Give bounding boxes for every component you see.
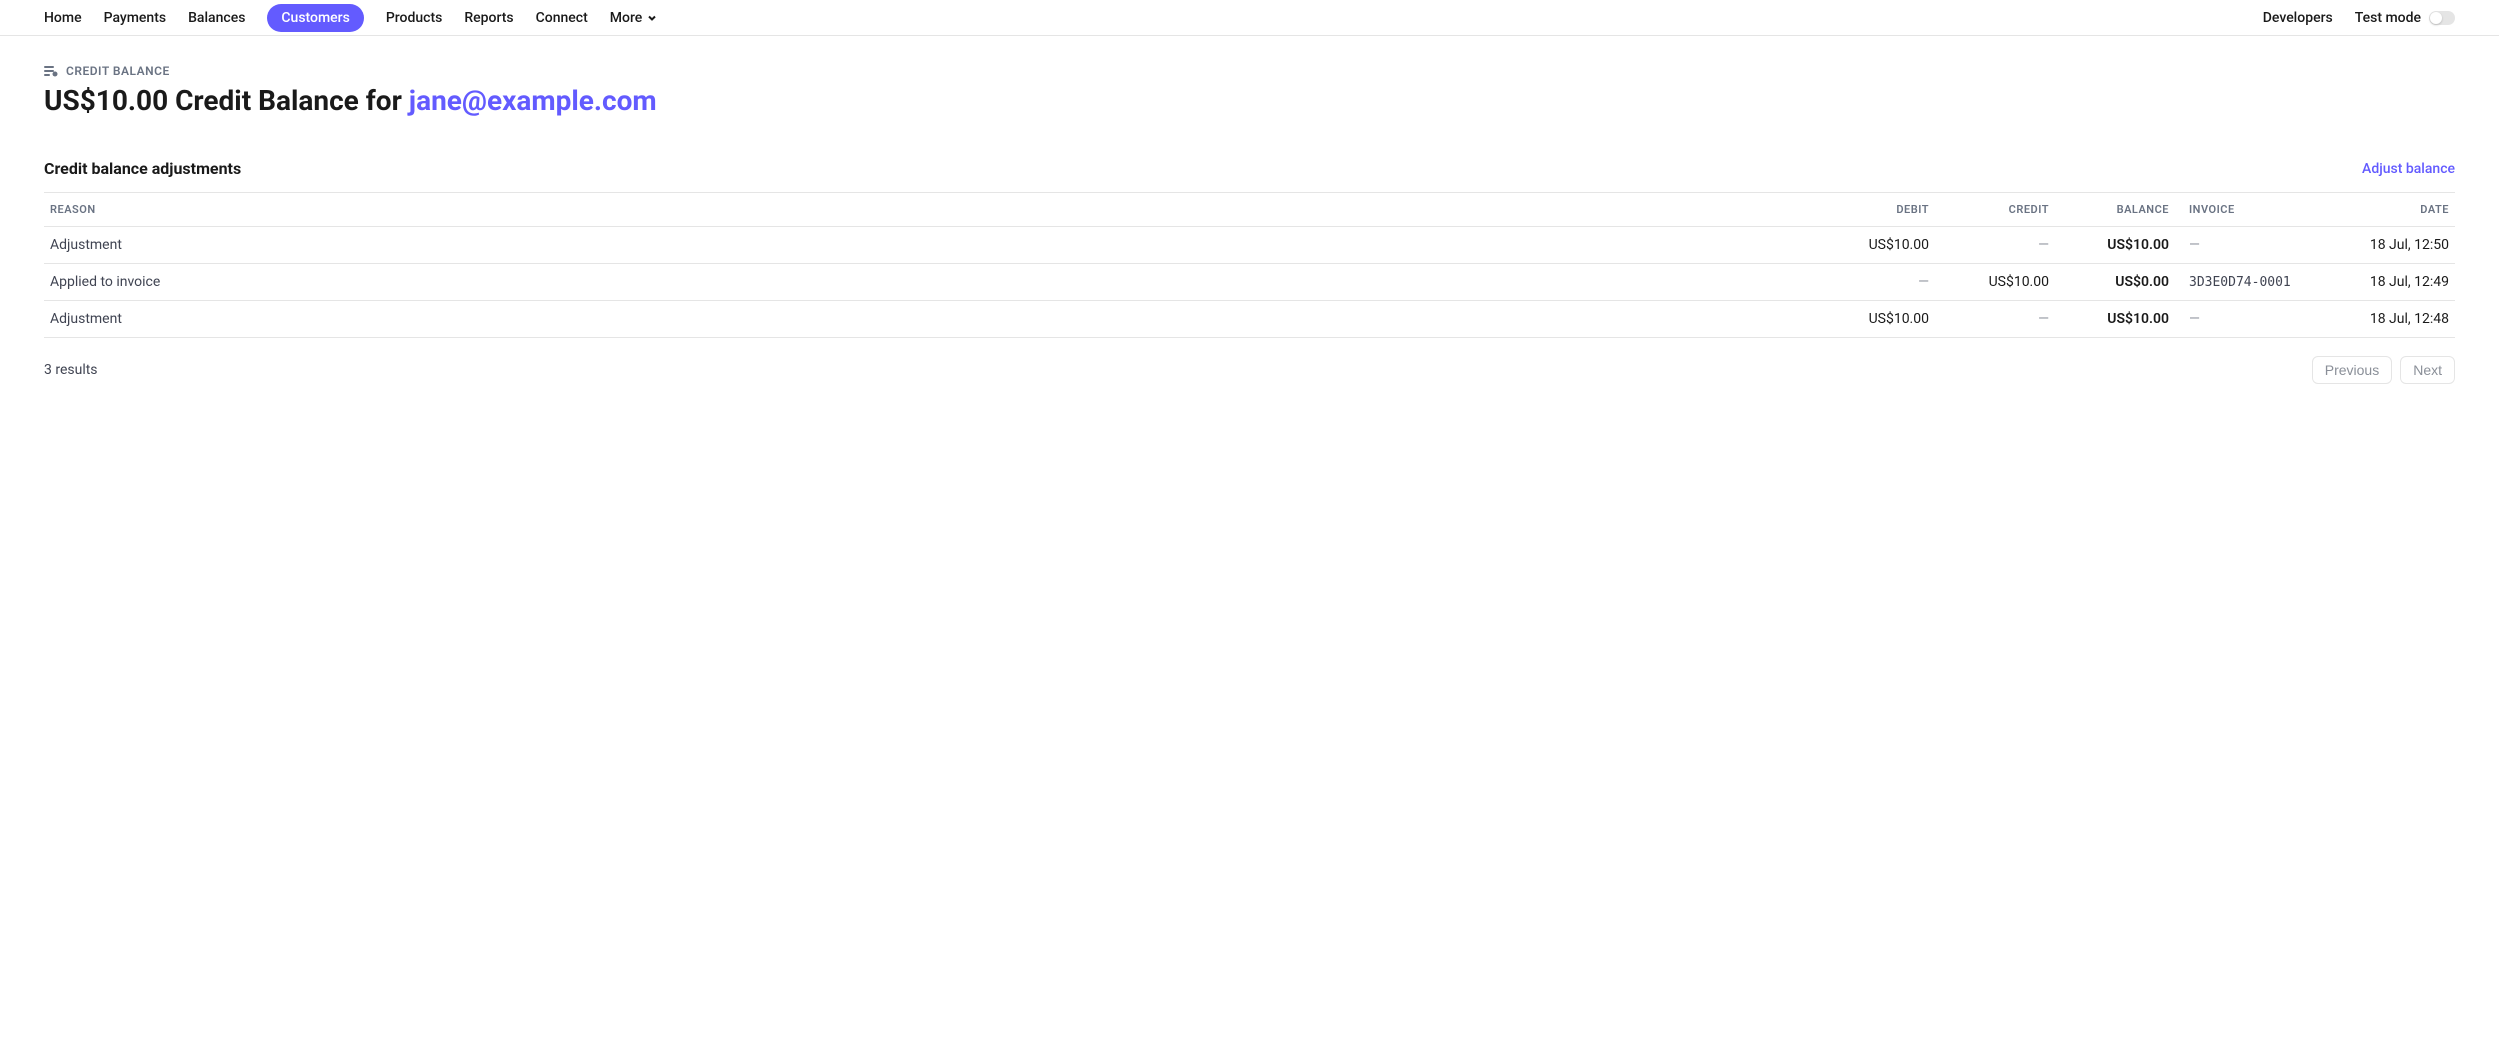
nav-connect[interactable]: Connect (536, 4, 588, 32)
nav-more-label: More (610, 10, 643, 26)
cell-credit: — (1935, 227, 2055, 264)
table-row[interactable]: Applied to invoice — US$10.00 US$0.00 3D… (44, 264, 2455, 301)
nav-balances[interactable]: Balances (188, 4, 245, 32)
cell-date: 18 Jul, 12:48 (2315, 301, 2455, 338)
eyebrow-text: CREDIT BALANCE (66, 64, 170, 78)
cell-date: 18 Jul, 12:50 (2315, 227, 2455, 264)
th-date: DATE (2315, 193, 2455, 227)
table-header-row: REASON DEBIT CREDIT BALANCE INVOICE DATE (44, 193, 2455, 227)
cell-debit: — (1815, 264, 1935, 301)
cell-debit: US$10.00 (1815, 227, 1935, 264)
cell-balance: US$0.00 (2055, 264, 2175, 301)
th-invoice: INVOICE (2175, 193, 2315, 227)
nav-right: Developers Test mode (2263, 4, 2455, 32)
nav-customers[interactable]: Customers (267, 4, 363, 32)
cell-invoice: — (2175, 301, 2315, 338)
top-nav: Home Payments Balances Customers Product… (0, 0, 2499, 36)
th-balance: BALANCE (2055, 193, 2175, 227)
nav-test-mode: Test mode (2355, 4, 2455, 32)
cell-credit: US$10.00 (1935, 264, 2055, 301)
cell-balance: US$10.00 (2055, 227, 2175, 264)
cell-invoice: 3D3E0D74-0001 (2175, 264, 2315, 301)
adjustments-table: REASON DEBIT CREDIT BALANCE INVOICE DATE… (44, 192, 2455, 338)
credit-balance-icon (44, 65, 58, 77)
cell-debit: US$10.00 (1815, 301, 1935, 338)
page-title-email[interactable]: jane@example.com (409, 84, 657, 117)
section-title: Credit balance adjustments (44, 159, 241, 178)
cell-reason: Adjustment (44, 301, 1815, 338)
section-header: Credit balance adjustments Adjust balanc… (44, 159, 2455, 178)
th-debit: DEBIT (1815, 193, 1935, 227)
th-reason: REASON (44, 193, 1815, 227)
table-row[interactable]: Adjustment US$10.00 — US$10.00 — 18 Jul,… (44, 227, 2455, 264)
nav-payments[interactable]: Payments (104, 4, 167, 32)
page-title-prefix: US$10.00 Credit Balance for (44, 84, 409, 117)
cell-date: 18 Jul, 12:49 (2315, 264, 2455, 301)
cell-invoice: — (2175, 227, 2315, 264)
chevron-down-icon (646, 12, 658, 24)
table-row[interactable]: Adjustment US$10.00 — US$10.00 — 18 Jul,… (44, 301, 2455, 338)
nav-left: Home Payments Balances Customers Product… (44, 4, 658, 32)
eyebrow: CREDIT BALANCE (44, 64, 2455, 78)
nav-reports[interactable]: Reports (464, 4, 513, 32)
next-button[interactable]: Next (2400, 356, 2455, 384)
cell-balance: US$10.00 (2055, 301, 2175, 338)
cell-reason: Adjustment (44, 227, 1815, 264)
nav-products[interactable]: Products (386, 4, 443, 32)
nav-home[interactable]: Home (44, 4, 82, 32)
test-mode-toggle[interactable] (2429, 11, 2455, 25)
table-footer: 3 results Previous Next (44, 338, 2455, 384)
results-count: 3 results (44, 362, 98, 378)
adjust-balance-link[interactable]: Adjust balance (2362, 161, 2455, 177)
page-title: US$10.00 Credit Balance for jane@example… (44, 84, 2455, 117)
cell-reason: Applied to invoice (44, 264, 1815, 301)
main-content: CREDIT BALANCE US$10.00 Credit Balance f… (0, 36, 2499, 412)
nav-more[interactable]: More (610, 4, 659, 32)
test-mode-label: Test mode (2355, 10, 2421, 26)
previous-button[interactable]: Previous (2312, 356, 2392, 384)
cell-credit: — (1935, 301, 2055, 338)
pager: Previous Next (2312, 356, 2455, 384)
th-credit: CREDIT (1935, 193, 2055, 227)
nav-developers[interactable]: Developers (2263, 4, 2333, 32)
